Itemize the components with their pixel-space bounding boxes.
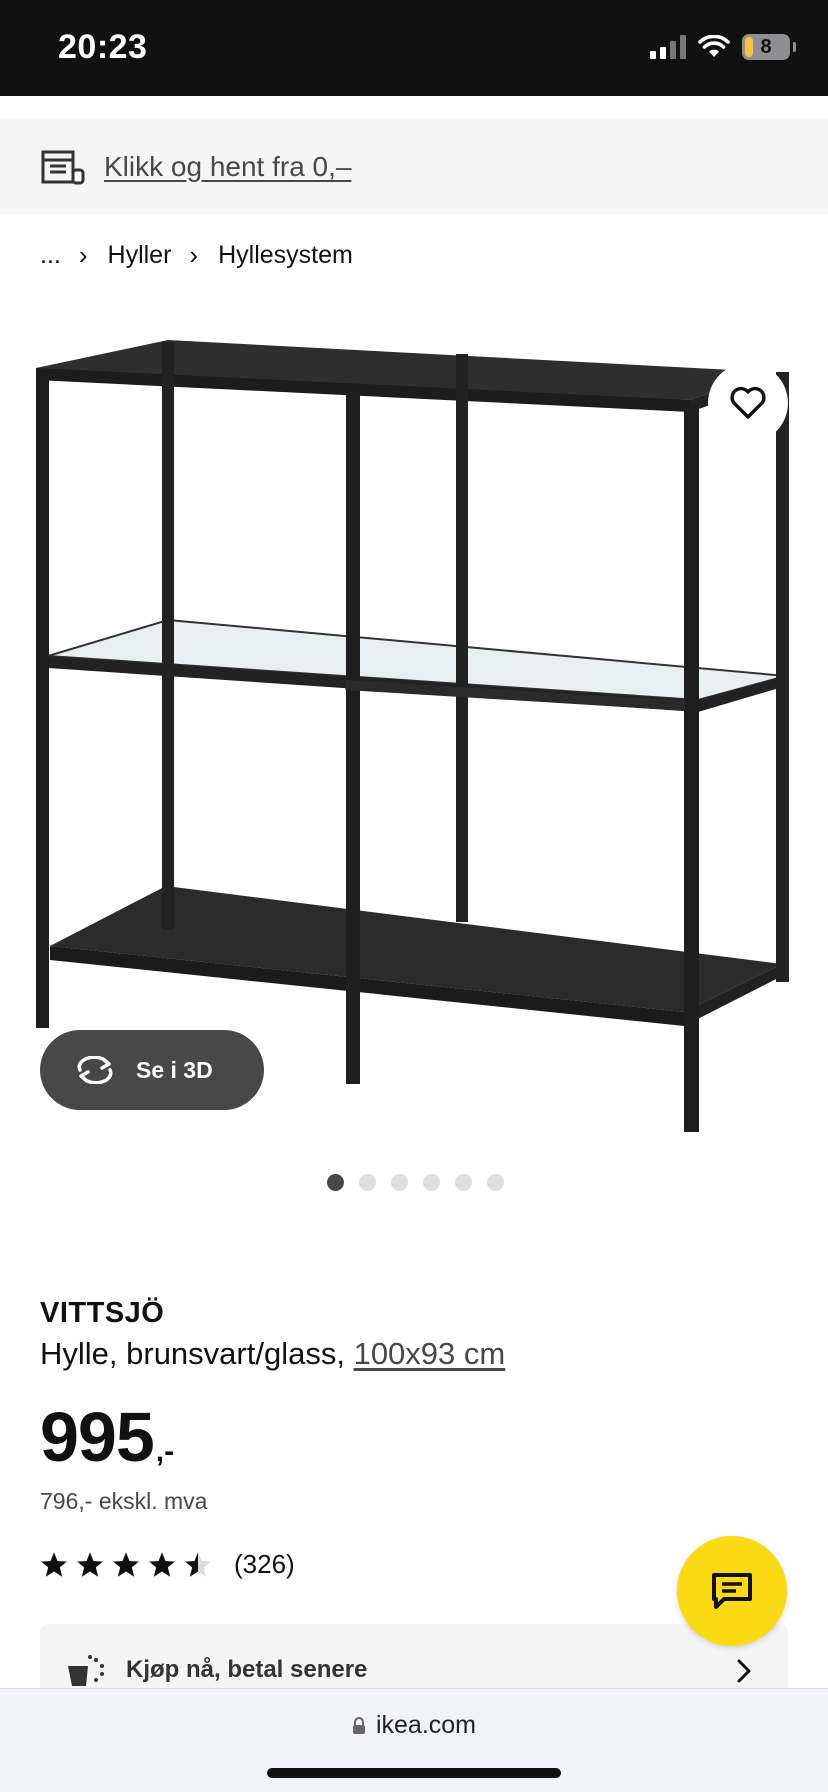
price-suffix: ,- [155, 1435, 175, 1468]
price-value: 995 [40, 1398, 155, 1476]
see-in-3d-button[interactable]: Se i 3D [40, 1030, 264, 1110]
status-icons: 8 [650, 34, 796, 60]
chat-button[interactable] [677, 1536, 787, 1646]
url-text: ikea.com [375, 1711, 477, 1739]
star-half-icon [185, 1552, 211, 1577]
star-icon [113, 1552, 139, 1577]
favorite-button[interactable] [708, 363, 788, 443]
pagination-dot[interactable] [391, 1174, 408, 1191]
star-icon [77, 1552, 103, 1577]
pay-later-label: Kjøp nå, betal senere [126, 1656, 368, 1683]
chevron-right-icon: › [78, 240, 88, 270]
click-collect-banner[interactable]: Klikk og hent fra 0,– [0, 119, 828, 214]
url-display[interactable]: ikea.com [0, 1711, 828, 1742]
status-bar: 20:23 8 [0, 0, 828, 96]
pagination-dot-active[interactable] [327, 1174, 344, 1191]
see-in-3d-label: Se i 3D [136, 1056, 213, 1083]
product-type: Hylle, brunsvart/glass, [40, 1336, 345, 1371]
click-collect-link[interactable]: Klikk og hent fra 0,– [104, 151, 351, 183]
breadcrumb: ... › Hyller › Hyllesystem [40, 240, 353, 271]
klarna-icon [68, 1655, 104, 1686]
image-pagination [0, 1174, 828, 1191]
product-name: VITTSJÖ [40, 1297, 165, 1329]
breadcrumb-ellipsis[interactable]: ... [40, 241, 61, 270]
star-icon [149, 1552, 175, 1577]
lock-icon [352, 1716, 365, 1734]
breadcrumb-item-hyller[interactable]: Hyller [108, 241, 172, 270]
chevron-right-icon [737, 1659, 751, 1683]
star-rating [40, 1551, 212, 1578]
battery-icon: 8 [742, 34, 796, 60]
breadcrumb-item-hyllesystem[interactable]: Hyllesystem [218, 241, 353, 270]
product-description: Hylle, brunsvart/glass, 100x93 cm [40, 1336, 505, 1372]
pagination-dot[interactable] [423, 1174, 440, 1191]
product-price: 995 ,- [40, 1402, 174, 1472]
heart-icon [730, 386, 766, 419]
home-indicator [267, 1768, 561, 1778]
chat-icon [712, 1573, 752, 1609]
pagination-dot[interactable] [455, 1174, 472, 1191]
pagination-dot[interactable] [359, 1174, 376, 1191]
product-size-link[interactable]: 100x93 cm [354, 1336, 506, 1371]
store-icon [41, 150, 85, 184]
price-excl-vat: 796,- ekskl. mva [40, 1488, 208, 1514]
rotate-3d-icon [77, 1056, 113, 1084]
browser-url-bar[interactable]: ikea.com [0, 1688, 828, 1792]
chevron-right-icon: › [189, 240, 199, 270]
wifi-icon [698, 35, 730, 57]
cellular-signal-icon [650, 35, 686, 59]
pagination-dot[interactable] [487, 1174, 504, 1191]
rating-count: (326) [234, 1549, 295, 1579]
battery-level: 8 [760, 35, 772, 58]
status-time: 20:23 [58, 28, 148, 66]
product-rating[interactable]: (326) [40, 1549, 295, 1580]
star-icon [41, 1552, 67, 1577]
